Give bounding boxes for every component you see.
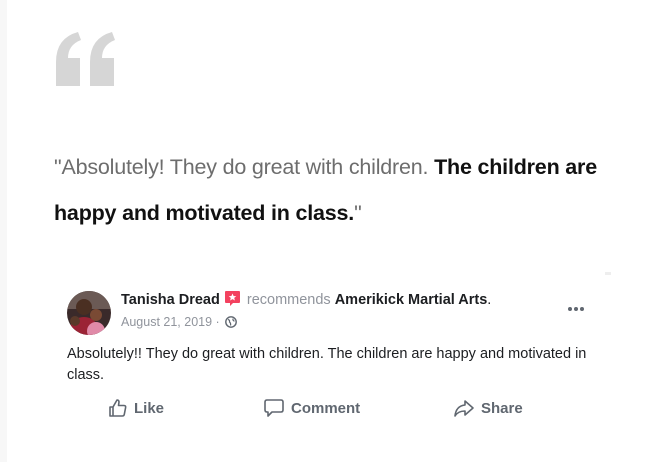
post-actions-bar: Like Comment Share bbox=[56, 396, 616, 420]
comment-button[interactable]: Comment bbox=[263, 396, 360, 420]
recommend-badge-icon bbox=[224, 291, 240, 306]
post-body-text: Absolutely!! They do great with children… bbox=[67, 346, 587, 383]
author-line: Tanisha Dread recommends Amerikick Martia… bbox=[121, 290, 491, 308]
left-edge-strip bbox=[0, 0, 7, 462]
like-button[interactable]: Like bbox=[108, 396, 164, 420]
comment-icon bbox=[264, 399, 284, 417]
comment-label: Comment bbox=[291, 399, 361, 417]
quote-mark-icon bbox=[56, 32, 115, 86]
post-date-line: August 21, 2019 · bbox=[121, 315, 238, 329]
globe-icon bbox=[225, 316, 238, 328]
recommends-text: recommends bbox=[246, 292, 331, 308]
page-suffix: . bbox=[487, 292, 492, 308]
share-icon bbox=[454, 400, 474, 417]
more-options-icon[interactable] bbox=[564, 302, 588, 316]
share-button[interactable]: Share bbox=[453, 396, 523, 420]
date-separator: · bbox=[212, 315, 224, 329]
faint-mark bbox=[605, 272, 611, 275]
share-label: Share bbox=[481, 399, 523, 417]
like-label: Like bbox=[134, 399, 165, 417]
page-name-link[interactable]: Amerikick Martial Arts bbox=[335, 292, 488, 308]
post-date-link[interactable]: August 21, 2019 bbox=[121, 315, 212, 329]
avatar[interactable] bbox=[67, 291, 111, 335]
testimonial-normal-text: Absolutely! They do great with children. bbox=[61, 155, 435, 179]
testimonial-quote: " Absolutely! They do great with children… bbox=[54, 144, 614, 236]
thumbs-up-icon bbox=[109, 399, 127, 417]
close-quote: " bbox=[354, 201, 362, 225]
author-name-link[interactable]: Tanisha Dread bbox=[121, 292, 220, 308]
facebook-recommendation-card: Tanisha Dread recommends Amerikick Martia… bbox=[56, 280, 616, 430]
